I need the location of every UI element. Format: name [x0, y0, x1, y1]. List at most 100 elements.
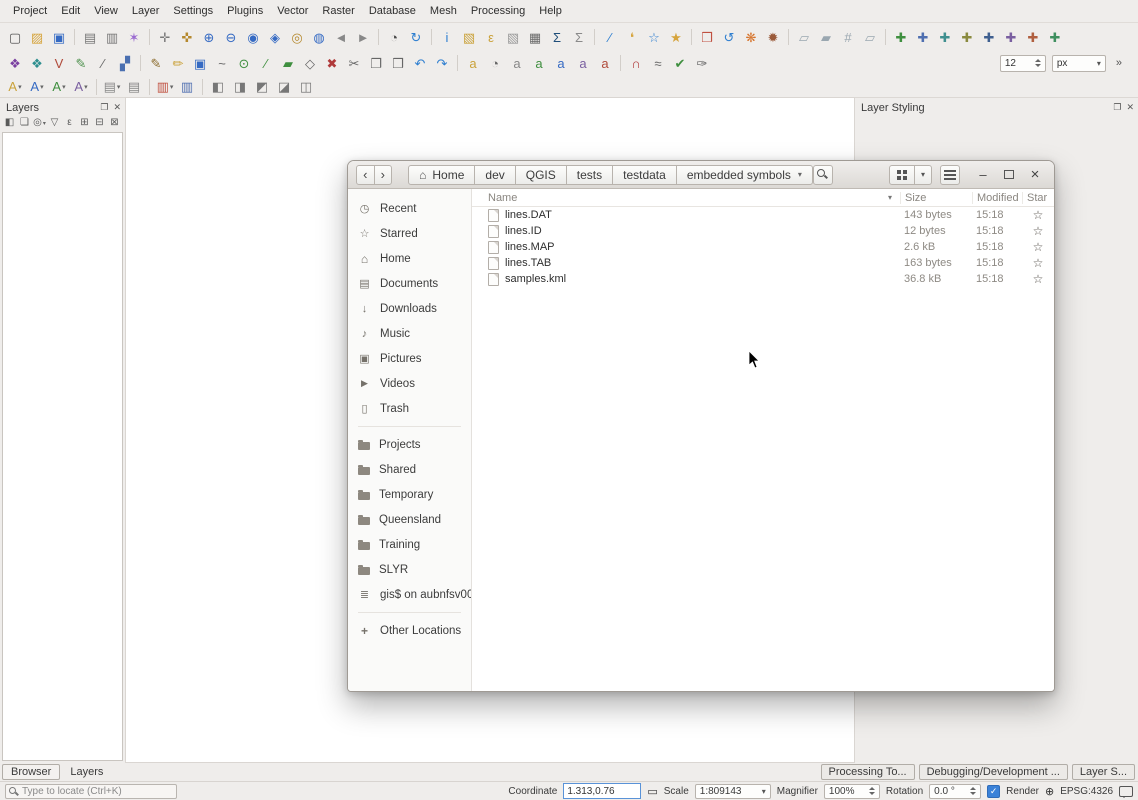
- rotate-label-tool-button[interactable]: ◨: [229, 76, 251, 98]
- zoom-last-button[interactable]: ◄: [330, 26, 352, 48]
- sidebar-item-projects[interactable]: Projects: [348, 432, 471, 457]
- crumb-home[interactable]: Home: [408, 165, 475, 185]
- digitize-curve-button[interactable]: ~: [211, 52, 233, 74]
- new-print-layout-button[interactable]: ▤: [79, 26, 101, 48]
- mesh-calculator-button[interactable]: ▱: [793, 26, 815, 48]
- layers-tree[interactable]: [2, 132, 123, 761]
- sidebar-item-training[interactable]: Training: [348, 532, 471, 557]
- star-toggle-icon[interactable]: ☆: [1022, 272, 1054, 286]
- globe-crs-icon[interactable]: ⊕: [1045, 785, 1054, 798]
- style-pen-button[interactable]: ✎: [70, 52, 92, 74]
- open-layer-styling-button[interactable]: ◧: [2, 116, 17, 131]
- menu-view[interactable]: View: [87, 2, 125, 20]
- sidebar-item-other-locations[interactable]: Other Locations: [348, 618, 471, 643]
- crumb-dev[interactable]: dev: [474, 165, 515, 185]
- undock-icon[interactable]: ❐: [100, 102, 108, 113]
- menu-layer[interactable]: Layer: [125, 2, 167, 20]
- measure-line-button[interactable]: ∕: [599, 26, 621, 48]
- vertex-markers-button[interactable]: V: [48, 52, 70, 74]
- change-label-tool-button[interactable]: ◩: [251, 76, 273, 98]
- project-open-button[interactable]: ▨: [26, 26, 48, 48]
- pin-labels-button[interactable]: a: [506, 52, 528, 74]
- refresh-map-button[interactable]: ↻: [405, 26, 427, 48]
- back-button[interactable]: ‹: [356, 165, 375, 185]
- tab-processing-toolbox[interactable]: Processing To...: [821, 764, 915, 780]
- column-header-star[interactable]: Star: [1022, 192, 1054, 204]
- hamburger-menu-button[interactable]: [940, 165, 960, 185]
- open-attribute-table-button[interactable]: ▦: [524, 26, 546, 48]
- zoom-next-button[interactable]: ►: [352, 26, 374, 48]
- add-line-feature-button[interactable]: ∕: [255, 52, 277, 74]
- column-header-size[interactable]: Size: [900, 192, 972, 204]
- add-wms-layer-button[interactable]: ✚: [1022, 26, 1044, 48]
- extents-toggle-icon[interactable]: ▭: [647, 785, 657, 798]
- menu-plugins[interactable]: Plugins: [220, 2, 270, 20]
- rotate-label-button[interactable]: a: [572, 52, 594, 74]
- style-manager-button[interactable]: ✶: [123, 26, 145, 48]
- sidebar-item-temporary[interactable]: Temporary: [348, 482, 471, 507]
- minimize-button[interactable]: –: [972, 165, 994, 185]
- text-unit-select[interactable]: px ▾: [1052, 55, 1106, 72]
- move-label-tool-button[interactable]: ◧: [207, 76, 229, 98]
- menu-raster[interactable]: Raster: [315, 2, 361, 20]
- column-header-name[interactable]: Name ▾: [472, 192, 900, 204]
- vertex-tool-button[interactable]: ◇: [299, 52, 321, 74]
- spinbox-arrows-icon[interactable]: [1035, 59, 1041, 67]
- undo-button[interactable]: ↶: [409, 52, 431, 74]
- select-by-expression-button[interactable]: ε: [480, 26, 502, 48]
- sidebar-item-slyr[interactable]: SLYR: [348, 557, 471, 582]
- text-size-spinbox[interactable]: 12: [1000, 55, 1046, 72]
- current-edits-button[interactable]: ✎: [145, 52, 167, 74]
- lines.TAB[interactable]: lines.TAB 163 bytes 15:18 ☆: [472, 255, 1054, 271]
- tab-layer-styling[interactable]: Layer S...: [1072, 764, 1135, 780]
- view-grid-button[interactable]: [889, 165, 915, 185]
- menu-edit[interactable]: Edit: [54, 2, 87, 20]
- select-features-button[interactable]: ▧: [458, 26, 480, 48]
- delete-selected-button[interactable]: ✖: [321, 52, 343, 74]
- forward-button[interactable]: ›: [374, 165, 393, 185]
- annotation-button[interactable]: ✑: [691, 52, 713, 74]
- sidebar-item-starred[interactable]: Starred: [348, 221, 471, 246]
- zoom-to-layer-button[interactable]: ◍: [308, 26, 330, 48]
- remove-layer-button[interactable]: ⊠: [107, 116, 122, 131]
- toggle-editing-button[interactable]: ✏: [167, 52, 189, 74]
- label-color-button[interactable]: A ▾: [26, 76, 48, 98]
- sidebar-item-music[interactable]: Music: [348, 321, 471, 346]
- report-bug-button[interactable]: ✹: [762, 26, 784, 48]
- filter-by-expression-button[interactable]: ε: [62, 116, 77, 131]
- manage-map-themes-button[interactable]: ◎ ▾: [32, 116, 47, 131]
- symbol-levels-button[interactable]: ▞: [114, 52, 136, 74]
- sidebar-item-shared[interactable]: Shared: [348, 457, 471, 482]
- label-options-button[interactable]: A ▾: [4, 76, 26, 98]
- add-delimited-text-button[interactable]: ✚: [956, 26, 978, 48]
- close-button[interactable]: ×: [1024, 165, 1046, 185]
- new-bookmark-button[interactable]: ☆: [643, 26, 665, 48]
- move-label-button[interactable]: a: [550, 52, 572, 74]
- mesh-export-button[interactable]: ▱: [859, 26, 881, 48]
- show-hidden-labels-button[interactable]: ◫: [295, 76, 317, 98]
- sidebar-item-pictures[interactable]: Pictures: [348, 346, 471, 371]
- zoom-native-button[interactable]: ◉: [242, 26, 264, 48]
- checks-button[interactable]: ✔: [669, 52, 691, 74]
- column-header-modified[interactable]: Modified: [972, 192, 1022, 204]
- osgeo-tools-button[interactable]: ❋: [740, 26, 762, 48]
- label-buffer-button[interactable]: A ▾: [48, 76, 70, 98]
- spinbox-arrows-icon[interactable]: [869, 787, 875, 795]
- map-tips-button[interactable]: ❛: [621, 26, 643, 48]
- menu-mesh[interactable]: Mesh: [423, 2, 464, 20]
- field-calculator-button[interactable]: Σ: [546, 26, 568, 48]
- sidebar-item-recent[interactable]: Recent: [348, 196, 471, 221]
- highlight-labels-button[interactable]: a: [528, 52, 550, 74]
- crumb-embedded-symbols[interactable]: embedded symbols ▾: [676, 165, 813, 185]
- paste-style-button[interactable]: ▥: [176, 76, 198, 98]
- render-checkbox[interactable]: ✓: [987, 785, 1000, 798]
- layer-labeling-button[interactable]: a: [462, 52, 484, 74]
- crumb-qgis[interactable]: QGIS: [515, 165, 567, 185]
- maximize-button[interactable]: [998, 165, 1020, 185]
- zoom-in-button[interactable]: ⊕: [198, 26, 220, 48]
- crumb-testdata[interactable]: testdata: [612, 165, 677, 185]
- label-background-button[interactable]: A ▾: [70, 76, 92, 98]
- sidebar-item-documents[interactable]: Documents: [348, 271, 471, 296]
- menu-help[interactable]: Help: [532, 2, 569, 20]
- add-raster-layer-button[interactable]: ✚: [912, 26, 934, 48]
